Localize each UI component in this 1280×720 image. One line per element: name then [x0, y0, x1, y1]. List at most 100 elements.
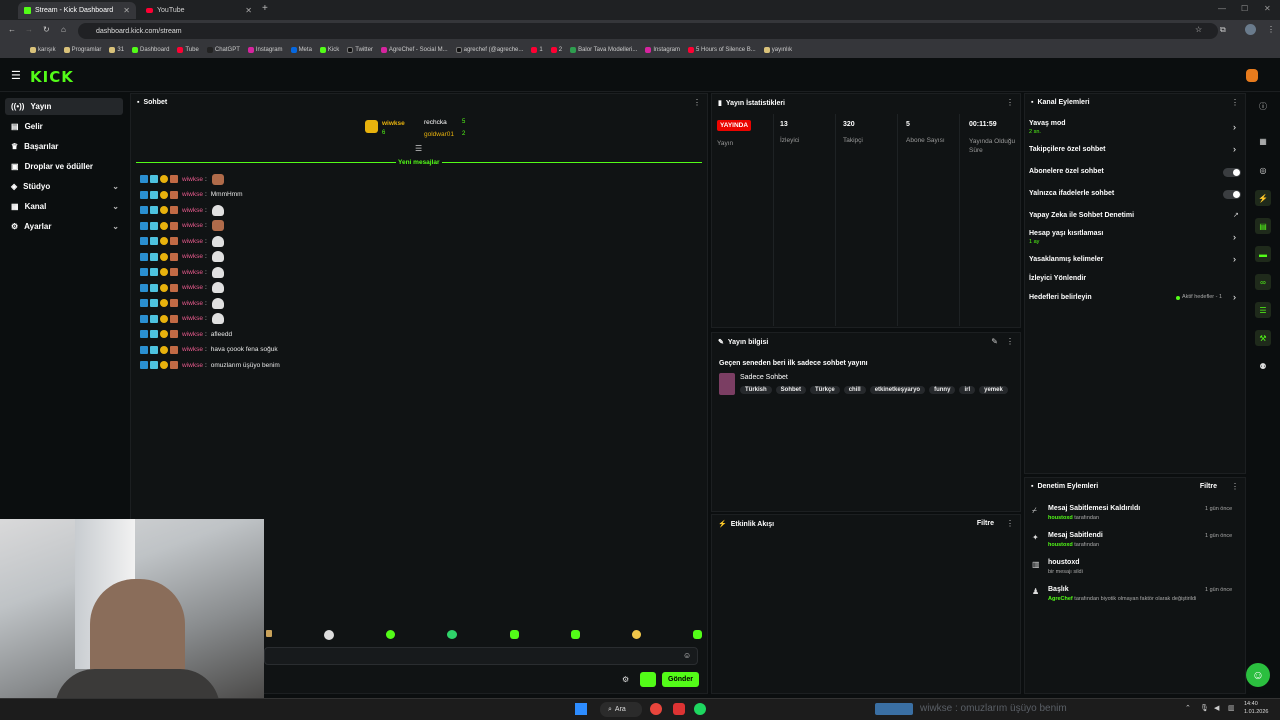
- url-input[interactable]: dashboard.kick.com/stream: [78, 23, 1218, 39]
- bookmark-item[interactable]: Instagram: [247, 47, 283, 53]
- chat-settings-gear-icon[interactable]: ⚙: [622, 675, 629, 684]
- layout-icon[interactable]: ▦: [1255, 133, 1271, 149]
- user-avatar[interactable]: [1246, 69, 1258, 82]
- channel-actions-menu-icon[interactable]: ⋮: [1231, 98, 1239, 107]
- tab-kick-dashboard[interactable]: Stream - Kick Dashboard ✕: [18, 2, 136, 19]
- chat-menu-icon[interactable]: ⋮: [693, 98, 701, 107]
- new-tab-button[interactable]: +: [262, 3, 268, 14]
- chevron-right-icon[interactable]: ›: [1233, 292, 1236, 302]
- emote-icon[interactable]: [266, 630, 272, 637]
- goals-label[interactable]: Hedefleri belirleyin: [1029, 294, 1092, 301]
- bookmark-item[interactable]: yayınlık: [763, 47, 792, 53]
- emote-icon[interactable]: [570, 630, 580, 639]
- close-tab-icon[interactable]: ✕: [123, 6, 130, 15]
- leaderboard-first-name[interactable]: wiwkse: [382, 120, 405, 127]
- sidebar-item-studyo[interactable]: ◈ Stüdyo ⌄: [5, 178, 123, 195]
- ai-moderation-label[interactable]: Yapay Zeka ile Sohbet Denetimi: [1029, 212, 1134, 219]
- minimize-icon[interactable]: —: [1218, 4, 1226, 13]
- account-age-label[interactable]: Hesap yaşı kısıtlaması: [1029, 230, 1103, 237]
- chevron-right-icon[interactable]: ›: [1233, 122, 1236, 132]
- network-icon[interactable]: ▥: [1228, 704, 1235, 712]
- camera-icon[interactable]: ◎: [1255, 162, 1271, 178]
- subscribers-only-toggle[interactable]: [1223, 168, 1241, 177]
- chat-message-input[interactable]: [264, 647, 698, 665]
- category-name[interactable]: Sadece Sohbet: [740, 374, 788, 381]
- chevron-right-icon[interactable]: ›: [1233, 254, 1236, 264]
- forward-icon[interactable]: →: [25, 25, 33, 34]
- emote-icon[interactable]: [447, 630, 458, 639]
- bolt-icon[interactable]: ⚡: [1255, 190, 1271, 206]
- home-icon[interactable]: ⌂: [61, 25, 66, 34]
- bookmark-item[interactable]: karışık: [30, 47, 56, 53]
- chat-username[interactable]: wiwkse: [182, 346, 203, 353]
- moderation-filter-button[interactable]: Filtre: [1200, 483, 1217, 490]
- back-icon[interactable]: ←: [8, 25, 16, 34]
- users-icon[interactable]: ⚉: [1255, 358, 1271, 374]
- chat-username[interactable]: wiwkse: [182, 362, 203, 369]
- emote-icon[interactable]: [324, 630, 335, 640]
- windows-start-icon[interactable]: [575, 703, 587, 715]
- close-window-icon[interactable]: ✕: [1264, 4, 1271, 13]
- sidebar-item-yayin[interactable]: ((•)) Yayın: [5, 98, 123, 115]
- sidebar-item-gelir[interactable]: ▤ Gelir: [5, 118, 123, 135]
- leaderboard-toggle-icon[interactable]: ☰: [415, 144, 422, 153]
- bookmark-item[interactable]: Meta: [290, 47, 312, 53]
- bookmark-item[interactable]: Balor Tava Modelleri...: [570, 47, 637, 53]
- new-messages-label[interactable]: Yeni mesajlar: [396, 159, 442, 166]
- chat-username[interactable]: wiwkse: [182, 238, 203, 245]
- obs-icon[interactable]: [673, 703, 685, 715]
- leaderboard-second-name[interactable]: rechcka: [424, 119, 447, 126]
- speaker-icon[interactable]: ◀: [1214, 704, 1219, 712]
- slow-mode-label[interactable]: Yavaş mod: [1029, 120, 1066, 127]
- chat-username[interactable]: wiwkse: [182, 222, 203, 229]
- bookmark-item[interactable]: 1: [531, 47, 543, 53]
- bookmark-item[interactable]: Instagram: [645, 47, 680, 53]
- leaderboard-third-name[interactable]: goldwar01: [424, 131, 454, 138]
- chat-username[interactable]: wiwkse: [182, 300, 203, 307]
- clock-time[interactable]: 14:40: [1244, 701, 1258, 707]
- chat-username[interactable]: wiwkse: [182, 207, 203, 214]
- profile-avatar[interactable]: [1245, 24, 1256, 35]
- spotify-icon[interactable]: [694, 703, 706, 715]
- bookmark-item[interactable]: 5 Hours of Silence B...: [688, 47, 756, 53]
- bookmark-item[interactable]: Twitter: [347, 47, 373, 53]
- browser-menu-icon[interactable]: ⋮: [1267, 25, 1275, 34]
- bookmark-item[interactable]: agrechef (@agreche...: [455, 47, 523, 53]
- chevron-right-icon[interactable]: ›: [1233, 144, 1236, 154]
- tray-chevron-icon[interactable]: ⌃: [1185, 704, 1191, 712]
- banned-words-label[interactable]: Yasaklanmış kelimeler: [1029, 256, 1103, 263]
- bookmark-item[interactable]: 2: [550, 47, 562, 53]
- chat-username[interactable]: wiwkse: [182, 284, 203, 291]
- bookmark-star-icon[interactable]: ☆: [1195, 25, 1202, 34]
- raid-label[interactable]: İzleyici Yönlendir: [1029, 275, 1086, 282]
- emoji-picker-icon[interactable]: ☺: [683, 651, 691, 660]
- stream-info-menu-icon[interactable]: ⋮: [1006, 337, 1014, 346]
- chat-username[interactable]: wiwkse: [182, 176, 203, 183]
- list-icon[interactable]: ☰: [1255, 302, 1271, 318]
- chrome-icon[interactable]: [650, 703, 662, 715]
- sidebar-item-ayarlar[interactable]: ⚙ Ayarlar ⌄: [5, 218, 123, 235]
- bookmark-item[interactable]: 31: [109, 47, 124, 53]
- stats-menu-icon[interactable]: ⋮: [1006, 98, 1014, 107]
- emotes-only-toggle[interactable]: [1223, 190, 1241, 199]
- tab-youtube[interactable]: YouTube ✕: [140, 2, 258, 19]
- wrench-icon[interactable]: ⚒: [1255, 330, 1271, 346]
- support-chat-button[interactable]: ☺: [1246, 663, 1270, 687]
- emote-icon[interactable]: [692, 630, 702, 639]
- send-button[interactable]: Gönder: [662, 672, 699, 687]
- close-tab-icon[interactable]: ✕: [245, 6, 252, 15]
- maximize-icon[interactable]: ☐: [1241, 4, 1248, 13]
- bookmark-item[interactable]: Kick: [319, 47, 339, 53]
- bookmark-item[interactable]: AgreChef - Social M...: [380, 47, 448, 53]
- taskbar-search[interactable]: ⌕ Ara: [600, 702, 642, 717]
- activity-filter-button[interactable]: Filtre: [977, 520, 994, 527]
- external-link-icon[interactable]: ↗: [1233, 211, 1239, 219]
- microphone-icon[interactable]: 🎙: [1200, 704, 1209, 712]
- chat-bubble-icon[interactable]: ▬: [1255, 246, 1271, 262]
- chat-username[interactable]: wiwkse: [182, 269, 203, 276]
- moderation-menu-icon[interactable]: ⋮: [1231, 482, 1239, 491]
- link-icon[interactable]: ∞: [1255, 274, 1271, 290]
- followers-only-label[interactable]: Takipçilere özel sohbet: [1029, 146, 1106, 153]
- sidebar-item-droplar[interactable]: ▣ Droplar ve ödüller: [5, 158, 123, 175]
- reload-icon[interactable]: ↻: [43, 25, 50, 34]
